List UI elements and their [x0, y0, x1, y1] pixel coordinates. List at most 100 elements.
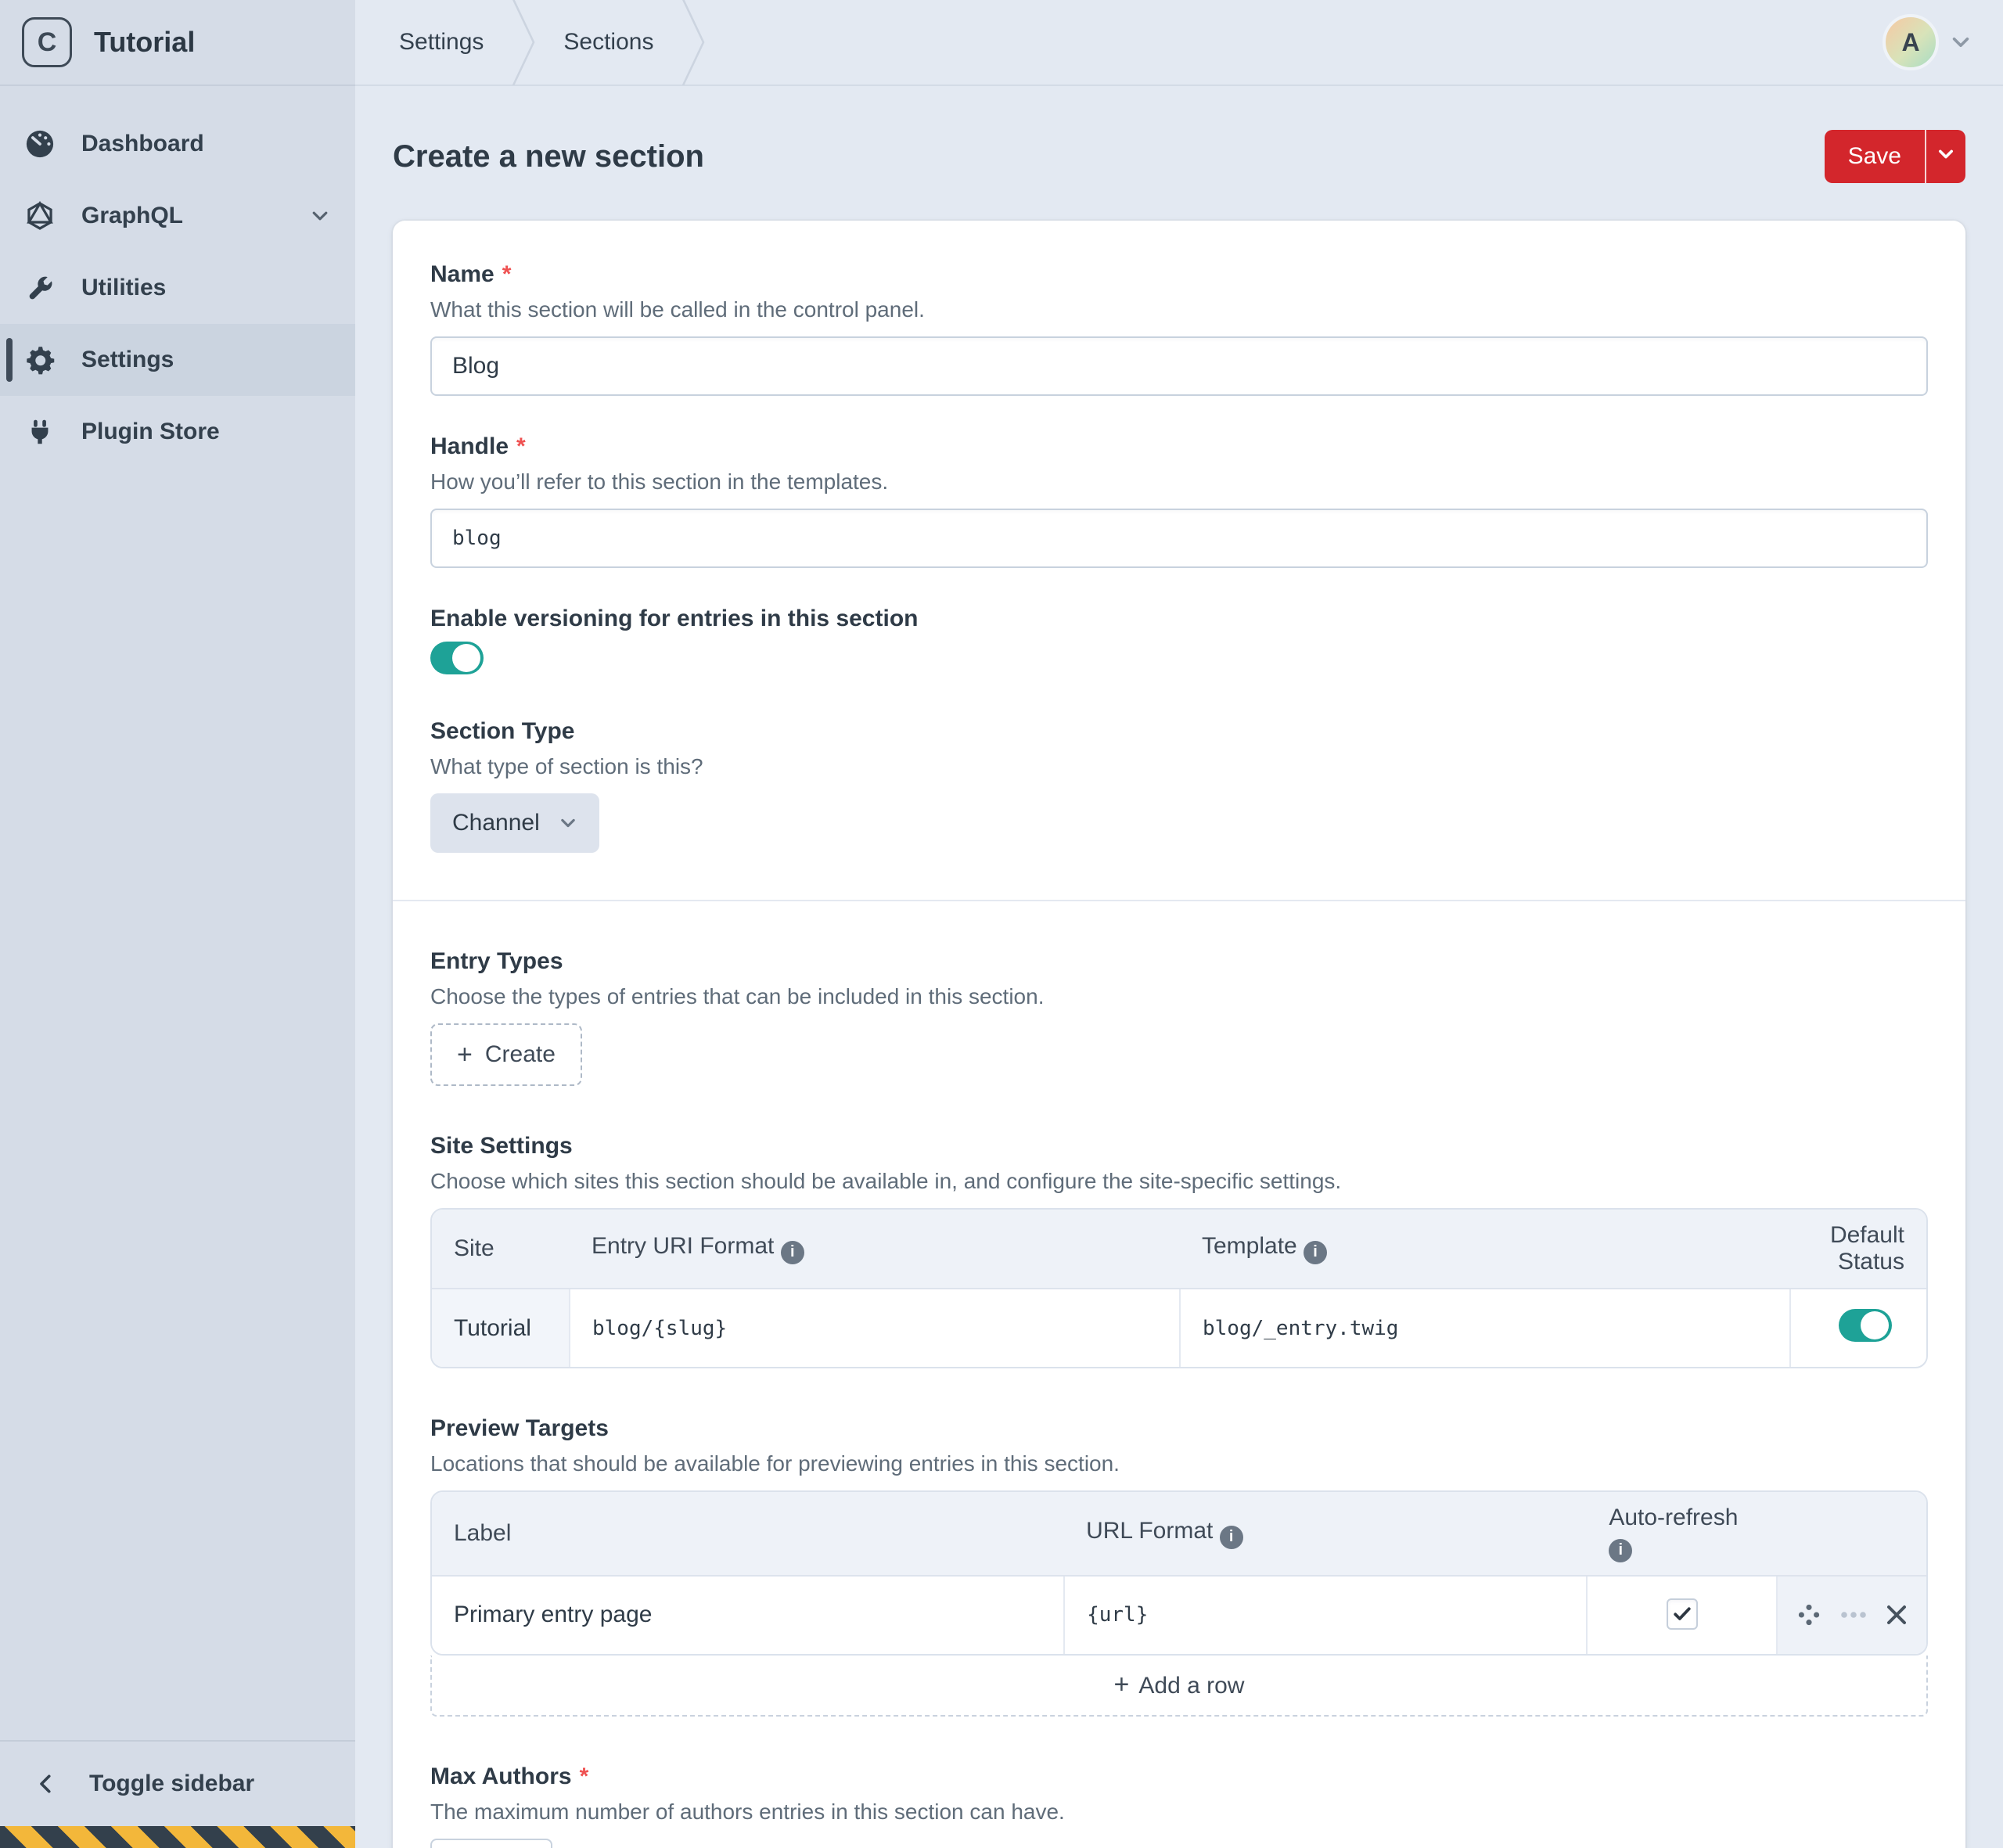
- dev-mode-caution-stripe: [0, 1826, 355, 1848]
- chevron-down-icon: [310, 206, 330, 226]
- content-scroll[interactable]: Create a new section Save Name * What thi…: [355, 86, 2003, 1848]
- toggle-sidebar-button[interactable]: Toggle sidebar: [0, 1740, 355, 1826]
- sidebar-item-label: Utilities: [81, 275, 167, 300]
- url-format-input[interactable]: {url}: [1063, 1575, 1588, 1654]
- name-label: Name *: [430, 261, 512, 287]
- auto-refresh-checkbox[interactable]: [1666, 1598, 1698, 1630]
- breadcrumb-sections[interactable]: Sections: [557, 29, 660, 56]
- label-column-header: Label: [432, 1492, 1065, 1577]
- auto-refresh-column-header: Auto-refresh i: [1587, 1492, 1777, 1577]
- max-authors-input[interactable]: [430, 1838, 552, 1848]
- section-type-value: Channel: [452, 810, 540, 836]
- preview-label-input[interactable]: Primary entry page: [432, 1575, 1065, 1654]
- save-button[interactable]: Save: [1824, 130, 1925, 183]
- sidebar-item-settings[interactable]: Settings: [0, 324, 355, 396]
- toggle-knob: [1861, 1310, 1889, 1339]
- section-divider: [393, 900, 1965, 901]
- handle-label: Handle *: [430, 433, 526, 459]
- breadcrumb: Settings Sections: [393, 0, 727, 85]
- info-icon[interactable]: i: [780, 1240, 804, 1264]
- create-entry-type-button[interactable]: + Create: [430, 1023, 582, 1086]
- row-actions-cell: [1777, 1575, 1926, 1654]
- site-cell: Tutorial: [432, 1289, 570, 1367]
- table-row: Primary entry page {url}: [432, 1575, 1926, 1654]
- site-settings-table: Site Entry URI Format i Template i Defau…: [430, 1208, 1928, 1368]
- topbar: Settings Sections A: [355, 0, 2003, 86]
- preview-targets-table: Label URL Format i Auto-refresh i Primar…: [430, 1490, 1928, 1656]
- max-authors-instructions: The maximum number of authors entries in…: [430, 1799, 1065, 1824]
- plug-icon: [25, 417, 55, 447]
- sidebar-item-label: Dashboard: [81, 131, 204, 156]
- craft-logo[interactable]: C: [22, 17, 72, 67]
- table-header-row: Site Entry URI Format i Template i Defau…: [432, 1210, 1926, 1289]
- row-options-icon[interactable]: [1840, 1610, 1867, 1620]
- uri-column-header: Entry URI Format i: [570, 1210, 1180, 1289]
- sidebar-item-label: GraphQL: [81, 203, 184, 228]
- info-icon[interactable]: i: [1304, 1240, 1328, 1264]
- max-authors-field: Max Authors * The maximum number of autho…: [430, 1764, 1928, 1848]
- info-icon[interactable]: i: [1219, 1525, 1243, 1549]
- save-menu-button[interactable]: [1925, 130, 1965, 183]
- site-settings-field: Site Settings Choose which sites this se…: [430, 1133, 1928, 1368]
- chevron-left-icon: [31, 1769, 61, 1799]
- default-status-cell: [1790, 1289, 1926, 1367]
- entry-types-instructions: Choose the types of entries that can be …: [430, 984, 1045, 1008]
- wrench-icon: [25, 273, 55, 303]
- default-status-toggle[interactable]: [1839, 1308, 1892, 1342]
- table-header-row: Label URL Format i Auto-refresh i: [432, 1492, 1926, 1577]
- logo-letter: C: [37, 27, 57, 57]
- row-actions-column-header: [1777, 1492, 1926, 1577]
- auto-refresh-cell: [1586, 1575, 1778, 1654]
- sidebar-item-graphql[interactable]: GraphQL: [0, 180, 355, 252]
- chevron-down-icon: [1950, 31, 1972, 53]
- gear-icon: [25, 345, 55, 375]
- gauge-icon: [25, 129, 55, 159]
- name-field: Name * What this section will be called i…: [430, 261, 1928, 396]
- save-button-group: Save: [1824, 130, 1965, 183]
- plus-icon: +: [1113, 1669, 1130, 1699]
- section-type-select[interactable]: Channel: [430, 793, 599, 853]
- breadcrumb-settings[interactable]: Settings: [393, 29, 490, 56]
- sidebar-item-dashboard[interactable]: Dashboard: [0, 108, 355, 180]
- entry-uri-format-input[interactable]: blog/{slug}: [570, 1289, 1181, 1367]
- move-row-handle[interactable]: [1796, 1602, 1821, 1627]
- sidebar-header: C Tutorial: [0, 0, 355, 86]
- add-row-button[interactable]: + Add a row: [430, 1655, 1928, 1717]
- breadcrumb-separator-icon: [512, 0, 535, 85]
- handle-field: Handle * How you’ll refer to this section…: [430, 433, 1928, 568]
- user-menu[interactable]: A: [1883, 14, 1972, 70]
- handle-input[interactable]: [430, 509, 1928, 568]
- info-icon[interactable]: i: [1609, 1538, 1633, 1562]
- avatar: A: [1883, 14, 1939, 70]
- template-input[interactable]: blog/_entry.twig: [1180, 1289, 1791, 1367]
- chevron-down-icon: [559, 814, 577, 832]
- app-window: C Tutorial Dashboard GraphQL Utilities S…: [0, 0, 2003, 1848]
- sidebar-item-label: Settings: [81, 347, 174, 372]
- toggle-sidebar-label: Toggle sidebar: [89, 1771, 255, 1796]
- max-authors-label: Max Authors *: [430, 1763, 589, 1789]
- handle-instructions: How you’ll refer to this section in the …: [430, 469, 889, 494]
- default-status-column-header: Default Status: [1790, 1210, 1926, 1289]
- sidebar-item-utilities[interactable]: Utilities: [0, 252, 355, 324]
- create-entry-type-label: Create: [484, 1041, 556, 1067]
- site-name: Tutorial: [94, 26, 196, 58]
- name-input[interactable]: [430, 336, 1928, 396]
- preview-targets-instructions: Locations that should be available for p…: [430, 1451, 1120, 1476]
- section-type-label: Section Type: [430, 718, 575, 744]
- breadcrumb-separator-icon: [681, 0, 705, 85]
- entry-types-field: Entry Types Choose the types of entries …: [430, 948, 1928, 1086]
- main-area: Settings Sections A Create a new section: [355, 0, 2003, 1848]
- site-settings-instructions: Choose which sites this section should b…: [430, 1169, 1342, 1193]
- name-instructions: What this section will be called in the …: [430, 297, 925, 322]
- delete-row-icon[interactable]: [1886, 1604, 1908, 1626]
- site-column-header: Site: [432, 1210, 570, 1289]
- page-title: Create a new section: [393, 138, 704, 174]
- add-row-label: Add a row: [1138, 1672, 1245, 1699]
- table-row: Tutorial blog/{slug} blog/_entry.twig: [432, 1289, 1926, 1367]
- entry-types-label: Entry Types: [430, 948, 563, 974]
- versioning-label: Enable versioning for entries in this se…: [430, 606, 919, 631]
- required-mark: *: [502, 261, 512, 287]
- versioning-toggle[interactable]: [430, 642, 484, 674]
- section-type-instructions: What type of section is this?: [430, 754, 703, 778]
- sidebar-item-plugin-store[interactable]: Plugin Store: [0, 396, 355, 468]
